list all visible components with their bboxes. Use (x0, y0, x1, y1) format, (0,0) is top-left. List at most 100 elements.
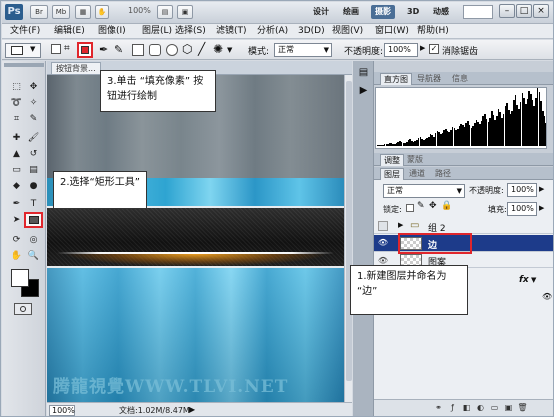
pen-tool-icon[interactable]: ✒ (8, 198, 25, 211)
menu-view[interactable]: 视图(V) (329, 25, 366, 38)
eraser-tool-icon[interactable]: ▭ (8, 164, 25, 177)
lock-all-icon[interactable]: 🔒 (441, 201, 452, 211)
lock-position-icon[interactable]: ✥ (429, 201, 437, 211)
type-tool-icon[interactable]: T (25, 198, 42, 211)
history-panel-icon[interactable]: ▤ (357, 67, 370, 79)
shape-layers-icon[interactable] (51, 44, 61, 54)
menu-layer[interactable]: 图层(L) (139, 25, 175, 38)
adjustment-layer-icon[interactable]: ◐ (475, 402, 486, 413)
line-icon[interactable]: ╱ (198, 42, 205, 56)
brush-tool-icon[interactable]: 🖌 (25, 132, 42, 145)
path-selection-icon[interactable]: ➤ (8, 214, 25, 227)
tab-adjustments[interactable]: 调整 (380, 154, 404, 166)
polygon-icon[interactable]: ⬡ (182, 42, 192, 56)
tab-paths[interactable]: 路径 (432, 168, 454, 180)
quick-mask-button[interactable] (14, 303, 32, 315)
shape-options-chevron-icon[interactable]: ▼ (227, 46, 232, 54)
menu-3d[interactable]: 3D(D) (295, 25, 328, 38)
chevron-down-icon[interactable]: ▼ (531, 276, 536, 284)
menu-analysis[interactable]: 分析(A) (254, 25, 291, 38)
workspace-menu[interactable] (463, 5, 493, 19)
expand-arrow-icon[interactable]: ▶ (398, 221, 403, 229)
fill-pixels-button[interactable] (77, 42, 93, 58)
menu-window[interactable]: 窗口(W) (372, 25, 412, 38)
lock-image-icon[interactable]: ✎ (417, 201, 425, 211)
healing-brush-icon[interactable]: ✚ (8, 132, 25, 145)
clone-stamp-icon[interactable]: ▲ (8, 148, 25, 161)
tab-channels[interactable]: 通道 (406, 168, 428, 180)
tab-masks[interactable]: 蒙版 (404, 154, 426, 166)
fx-icon[interactable]: fx (519, 275, 529, 285)
mode-select[interactable]: 正常 ▼ (274, 43, 332, 57)
layer-mask-icon[interactable]: ◧ (461, 402, 472, 413)
menu-edit[interactable]: 编辑(E) (51, 25, 88, 38)
rounded-rectangle-icon[interactable] (149, 44, 161, 56)
workspace-3d[interactable]: 3D (403, 5, 423, 19)
arrange-documents-button[interactable]: ▤ (157, 5, 173, 19)
maximize-button[interactable]: □ (516, 4, 532, 18)
opacity-arrow-icon[interactable]: ▶ (420, 44, 425, 52)
opacity-arrow-icon[interactable]: ▶ (539, 185, 544, 193)
freeform-pen-icon[interactable]: ✎ (114, 43, 123, 56)
fill-input[interactable]: 100% (507, 202, 537, 216)
menu-filter[interactable]: 滤镜(T) (213, 25, 250, 38)
menu-help[interactable]: 帮助(H) (414, 25, 452, 38)
visibility-toggle[interactable] (378, 221, 388, 231)
close-button[interactable]: × (533, 4, 549, 18)
workspace-motion[interactable]: 动感 (429, 5, 453, 19)
eyedropper-tool-icon[interactable]: ✎ (25, 113, 42, 126)
scrollbar-thumb[interactable] (346, 81, 352, 381)
toolbar-grip[interactable] (4, 63, 44, 67)
opacity-input[interactable]: 100% (384, 43, 418, 57)
status-zoom[interactable]: 100% (49, 405, 75, 416)
new-group-icon[interactable]: ▭ (489, 402, 500, 413)
gradient-tool-icon[interactable]: ▤ (25, 164, 42, 177)
tab-histogram[interactable]: 直方图 (380, 73, 412, 85)
new-layer-icon[interactable]: ▣ (503, 402, 514, 413)
link-layers-icon[interactable]: ⚭ (433, 402, 444, 413)
lasso-tool-icon[interactable]: ➰ (8, 97, 25, 110)
antialias-checkbox[interactable]: ✓ (429, 44, 439, 54)
move-tool-icon[interactable]: ✥ (25, 81, 42, 94)
tab-info[interactable]: 信息 (449, 73, 471, 85)
canvas[interactable]: 腾龍視覺WWW.TLVI.NET (47, 75, 344, 402)
layer-opacity-input[interactable]: 100% (507, 183, 537, 197)
foreground-color-swatch[interactable] (11, 269, 29, 287)
workspace-photography[interactable]: 摄影 (371, 5, 395, 19)
blur-tool-icon[interactable]: ◆ (8, 180, 25, 193)
crop-tool-icon[interactable]: ⌗ (8, 113, 25, 126)
bridge-button[interactable]: Br (30, 5, 48, 19)
ellipse-icon[interactable] (166, 44, 178, 56)
eye-icon[interactable]: 👁 (376, 237, 390, 248)
tab-navigator[interactable]: 导航器 (414, 73, 444, 85)
3d-orbit-icon[interactable]: ◎ (25, 234, 42, 247)
screen-mode-button[interactable]: ▣ (177, 5, 193, 19)
menu-select[interactable]: 选择(S) (172, 25, 209, 38)
view-extras-button[interactable]: ▦ (75, 5, 91, 19)
status-arrow-icon[interactable]: ▶ (189, 405, 195, 414)
custom-shape-icon[interactable]: ✺ (213, 42, 223, 56)
hand-tool-icon[interactable]: ✋ (95, 5, 109, 19)
workspace-design[interactable]: 设计 (309, 5, 333, 19)
layer-style-icon[interactable]: ƒ (447, 402, 458, 413)
lock-transparent-icon[interactable] (406, 204, 414, 212)
hand-tool-icon[interactable]: ✋ (8, 250, 25, 263)
document-tab[interactable]: 按钮背景... (51, 62, 101, 74)
eye-icon[interactable]: 👁 (542, 292, 552, 301)
tool-preset-picker[interactable]: ▼ (5, 43, 41, 58)
menu-image[interactable]: 图像(I) (95, 25, 129, 38)
rectangle-shape-icon[interactable] (132, 44, 144, 56)
delete-layer-icon[interactable]: 🗑 (517, 402, 528, 413)
canvas-scrollbar[interactable] (344, 75, 352, 402)
quick-select-tool-icon[interactable]: ✧ (25, 97, 42, 110)
marquee-tool-icon[interactable]: ⬚ (8, 81, 25, 94)
layer-row-group2[interactable]: ▶ ▭ 组 2 (374, 219, 553, 234)
paths-icon[interactable]: ⌗ (64, 43, 70, 54)
workspace-painting[interactable]: 绘画 (339, 5, 363, 19)
tab-layers[interactable]: 图层 (380, 168, 404, 180)
pen-tool-icon[interactable]: ✒ (99, 43, 108, 56)
blend-mode-select[interactable]: 正常 ▼ (383, 184, 465, 198)
history-brush-icon[interactable]: ↺ (25, 148, 42, 161)
minimize-button[interactable]: – (499, 4, 515, 18)
mini-bridge-button[interactable]: Mb (52, 5, 70, 19)
